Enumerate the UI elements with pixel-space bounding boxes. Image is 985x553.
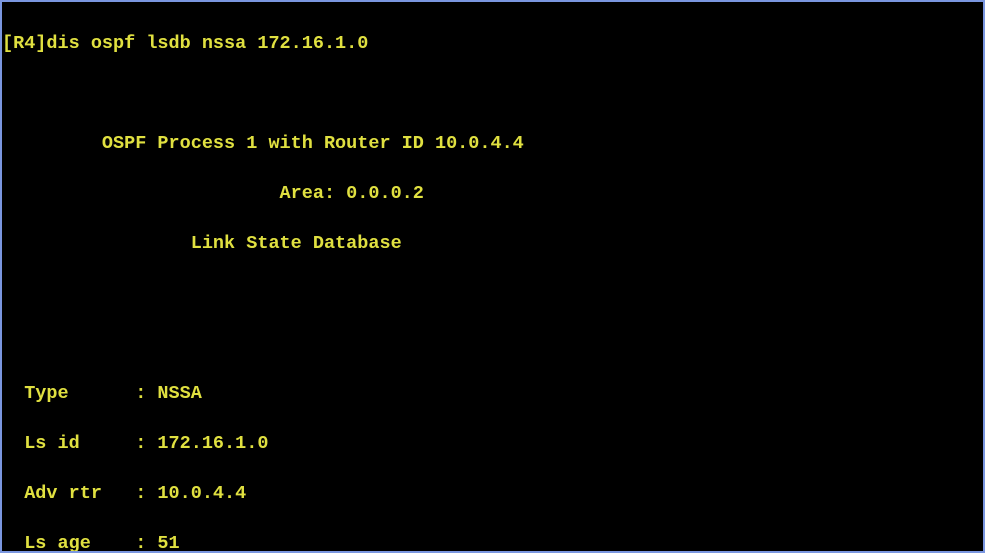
command-line[interactable]: [R4]dis ospf lsdb nssa 172.16.1.0 [2,31,983,56]
header-area: Area: 0.0.0.2 [2,181,983,206]
header-lsdb: Link State Database [2,231,983,256]
field-type: Type : NSSA [2,381,983,406]
field-advrtr: Adv rtr : 10.0.4.4 [2,481,983,506]
blank-line [2,81,983,106]
blank-line [2,331,983,356]
blank-line [2,281,983,306]
header-process: OSPF Process 1 with Router ID 10.0.4.4 [2,131,983,156]
terminal-output: [R4]dis ospf lsdb nssa 172.16.1.0 OSPF P… [0,0,985,553]
field-lsid: Ls id : 172.16.1.0 [2,431,983,456]
field-lsage: Ls age : 51 [2,531,983,553]
